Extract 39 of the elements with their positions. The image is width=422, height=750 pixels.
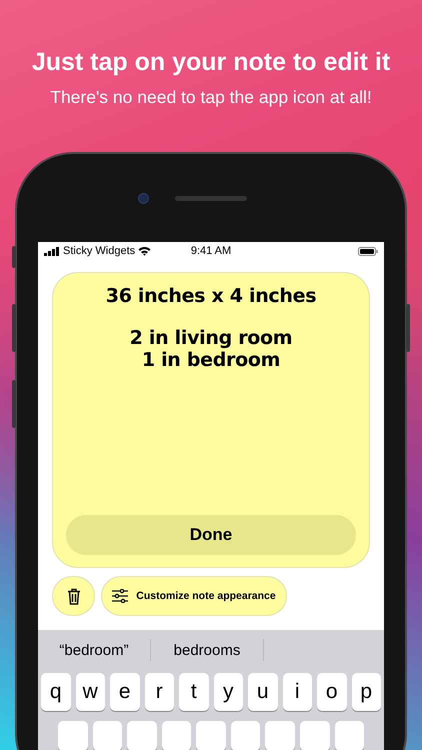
- keyboard-key[interactable]: i: [282, 673, 312, 711]
- done-button[interactable]: Done: [66, 515, 356, 555]
- camera-icon: [138, 193, 149, 204]
- note-card[interactable]: 36 inches x 4 inches 2 in living room 1 in bedroom Done: [52, 272, 370, 568]
- keyboard-key[interactable]: [92, 721, 122, 750]
- subtitle: There's no need to tap the app icon at all!: [49, 87, 373, 108]
- delete-button[interactable]: [52, 576, 95, 616]
- keyboard-key[interactable]: p: [352, 673, 381, 711]
- battery-icon: [358, 246, 378, 256]
- sliders-icon: [112, 589, 128, 603]
- trash-icon: [66, 588, 80, 604]
- status-time: 9:41 AM: [190, 245, 232, 257]
- carrier-name: Sticky Widgets: [63, 245, 136, 257]
- keyboard-key[interactable]: t: [179, 673, 208, 711]
- keyboard-key[interactable]: r: [144, 673, 174, 711]
- keyboard-key[interactable]: y: [214, 673, 243, 711]
- keyboard-key[interactable]: u: [248, 673, 278, 711]
- keyboard-key[interactable]: [162, 721, 192, 750]
- note-line: 1 in bedroom: [140, 349, 282, 371]
- keyboard-key[interactable]: [58, 721, 88, 750]
- wifi-icon: [138, 246, 152, 256]
- customize-button[interactable]: Customize note appearance: [101, 576, 287, 616]
- note-line: 36 inches x 4 inches: [106, 285, 316, 307]
- keyboard-key[interactable]: q: [41, 673, 70, 711]
- keyboard-key[interactable]: w: [76, 673, 105, 711]
- keyboard-key[interactable]: o: [317, 673, 346, 711]
- note-line: 2 in living room: [128, 327, 294, 349]
- keyboard-key[interactable]: [127, 721, 157, 750]
- suggestion[interactable]: bedrooms: [151, 642, 263, 658]
- keyboard-key[interactable]: e: [110, 673, 140, 711]
- signal-icon: [44, 246, 60, 256]
- keyboard-key[interactable]: [230, 721, 260, 750]
- keyboard-key[interactable]: [300, 721, 330, 750]
- suggestion[interactable]: “bedroom”: [38, 642, 150, 658]
- headline: Just tap on your note to edit it: [30, 47, 392, 77]
- keyboard-key[interactable]: [196, 721, 226, 750]
- speaker-grille: [175, 196, 247, 201]
- keyboard-key[interactable]: [334, 721, 364, 750]
- keyboard-key[interactable]: [265, 721, 295, 750]
